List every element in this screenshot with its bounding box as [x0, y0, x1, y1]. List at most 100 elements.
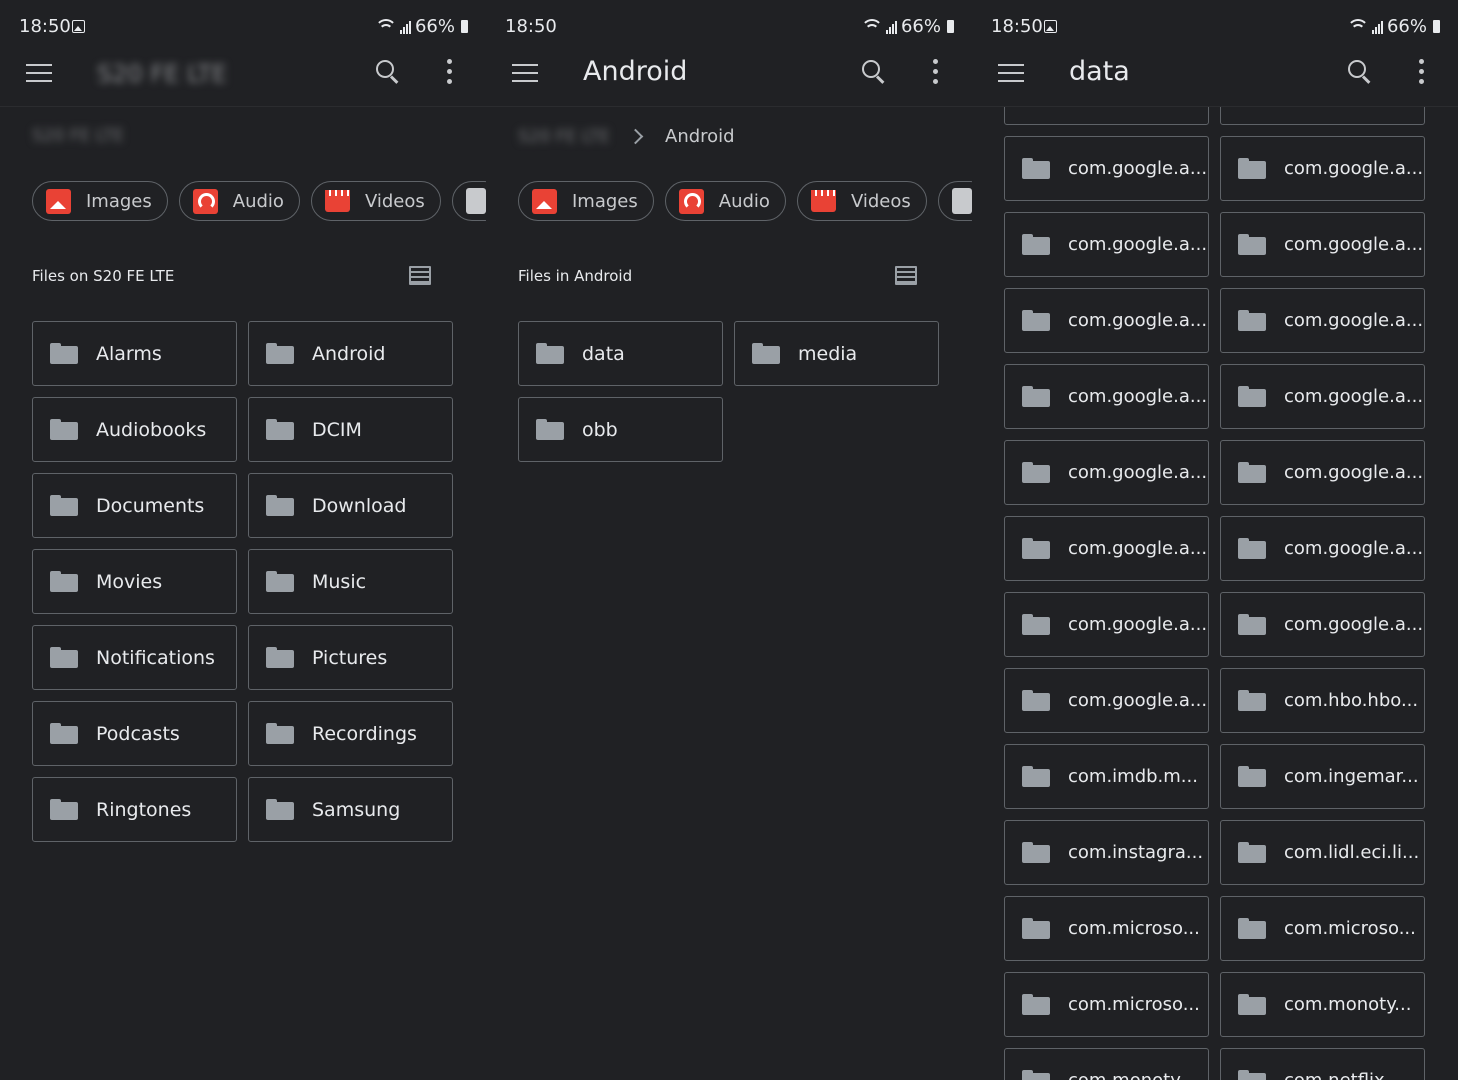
folder-tile[interactable]: com.google.a...	[1220, 136, 1425, 201]
chip-label: Audio	[718, 190, 770, 212]
chip-videos[interactable]: Videos	[310, 181, 441, 221]
wifi-icon	[1346, 18, 1369, 35]
folder-tile[interactable]: com.microso...	[1004, 896, 1209, 961]
panel-data-folder: com.google.a... com.google.a... com.goog…	[972, 0, 1458, 1080]
folder-tile[interactable]: com.google.a...	[1220, 288, 1425, 353]
menu-icon[interactable]	[998, 64, 1024, 82]
folder-tile[interactable]: Pictures	[248, 625, 453, 690]
breadcrumb-item-root[interactable]: S20 FE LTE	[32, 126, 124, 146]
breadcrumb-item-root[interactable]: S20 FE LTE	[518, 127, 610, 147]
folder-tile[interactable]: Podcasts	[32, 701, 237, 766]
folder-tile[interactable]: Music	[248, 549, 453, 614]
folder-tile[interactable]: com.google.a...	[1004, 288, 1209, 353]
folder-icon	[1238, 614, 1266, 635]
chip-images[interactable]: Images	[518, 181, 654, 221]
gallery-notification-icon	[1044, 20, 1057, 33]
more-options-icon[interactable]	[1419, 59, 1425, 85]
more-options-icon[interactable]	[447, 59, 453, 85]
chip-audio[interactable]: Audio	[178, 181, 300, 221]
folder-name: Recordings	[312, 722, 417, 745]
folder-name: com.monoty...	[1284, 994, 1412, 1015]
folder-tile[interactable]: data	[518, 321, 723, 386]
folder-tile[interactable]: com.google.a...	[1004, 212, 1209, 277]
folder-name: com.google.a...	[1284, 310, 1424, 331]
folder-tile[interactable]: com.instagra...	[1004, 820, 1209, 885]
folder-tile[interactable]: com.ingemar...	[1220, 744, 1425, 809]
folder-name: data	[582, 342, 625, 365]
list-view-icon[interactable]	[409, 266, 431, 285]
folder-tile[interactable]: com.google.a...	[1220, 516, 1425, 581]
more-options-icon[interactable]	[933, 59, 939, 85]
folder-icon	[266, 571, 294, 592]
menu-icon[interactable]	[26, 64, 52, 82]
chip-label: Videos	[364, 190, 425, 212]
battery-icon	[1433, 20, 1440, 33]
folder-name: Music	[312, 570, 367, 593]
folder-name: com.google.a...	[1068, 462, 1208, 483]
folder-icon	[536, 343, 564, 364]
folder-tile[interactable]: com.microso...	[1220, 896, 1425, 961]
folder-tile[interactable]: Android	[248, 321, 453, 386]
folder-tile[interactable]: com.lidl.eci.li...	[1220, 820, 1425, 885]
folder-tile[interactable]: com.google.a...	[1004, 136, 1209, 201]
folder-icon	[50, 343, 78, 364]
menu-icon[interactable]	[512, 64, 538, 82]
folder-icon	[1238, 462, 1266, 483]
folder-name: com.lidl.eci.li...	[1284, 842, 1420, 863]
folder-tile[interactable]: com.google.a...	[1004, 592, 1209, 657]
folder-tile[interactable]: Alarms	[32, 321, 237, 386]
search-icon[interactable]	[860, 58, 886, 84]
folder-tile[interactable]: com.google.a...	[1220, 592, 1425, 657]
folder-tile[interactable]: com.google.a...	[1004, 516, 1209, 581]
chip-videos[interactable]: Videos	[796, 181, 927, 221]
folder-tile[interactable]: Ringtones	[32, 777, 237, 842]
folder-tile[interactable]: com.google.a...	[1220, 440, 1425, 505]
signal-icon	[885, 20, 897, 34]
folder-name: Samsung	[312, 798, 401, 821]
folder-icon	[1238, 158, 1266, 179]
folder-name: Alarms	[96, 342, 162, 365]
folder-tile[interactable]: com.google.a...	[1004, 668, 1209, 733]
breadcrumb-item-current[interactable]: Android	[665, 126, 735, 147]
chip-images[interactable]: Images	[32, 181, 168, 221]
chip-documents[interactable]	[451, 181, 486, 221]
folder-name: com.monoty...	[1068, 1070, 1195, 1080]
folder-tile[interactable]: Download	[248, 473, 453, 538]
folder-tile[interactable]: Documents	[32, 473, 237, 538]
folder-tile[interactable]: com.imdb.m...	[1004, 744, 1209, 809]
folder-tile[interactable]: com.monoty...	[1220, 972, 1425, 1037]
folder-icon	[50, 799, 78, 820]
section-title: Files in Android	[518, 267, 633, 285]
folder-tile[interactable]: Notifications	[32, 625, 237, 690]
folder-name: Notifications	[96, 646, 215, 669]
folder-tile[interactable]: Recordings	[248, 701, 453, 766]
folder-icon	[266, 647, 294, 668]
list-view-icon[interactable]	[895, 266, 917, 285]
folder-tile[interactable]: DCIM	[248, 397, 453, 462]
search-icon[interactable]	[374, 58, 400, 84]
folder-tile[interactable]: Movies	[32, 549, 237, 614]
folder-icon	[1022, 842, 1050, 863]
folder-tile[interactable]: com.google.a...	[1220, 364, 1425, 429]
folder-tile[interactable]: com.monoty...	[1004, 1048, 1209, 1080]
folder-icon	[1238, 386, 1266, 407]
chip-documents[interactable]	[937, 181, 972, 221]
category-chips: Images Audio Videos	[32, 181, 486, 221]
folder-tile[interactable]: com.netflix...	[1220, 1048, 1425, 1080]
status-time: 18:50	[19, 16, 71, 37]
folder-tile[interactable]: Samsung	[248, 777, 453, 842]
folder-tile[interactable]: obb	[518, 397, 723, 462]
folder-icon	[1022, 538, 1050, 559]
search-icon[interactable]	[1346, 58, 1372, 84]
folder-tile[interactable]: media	[734, 321, 939, 386]
chip-label: Audio	[232, 190, 284, 212]
wifi-icon	[860, 18, 883, 35]
chip-audio[interactable]: Audio	[664, 181, 786, 221]
folder-tile[interactable]: com.hbo.hbo...	[1220, 668, 1425, 733]
headphones-icon	[192, 188, 218, 214]
folder-tile[interactable]: com.google.a...	[1004, 440, 1209, 505]
folder-tile[interactable]: Audiobooks	[32, 397, 237, 462]
folder-tile[interactable]: com.microso...	[1004, 972, 1209, 1037]
folder-tile[interactable]: com.google.a...	[1004, 364, 1209, 429]
folder-tile[interactable]: com.google.a...	[1220, 212, 1425, 277]
